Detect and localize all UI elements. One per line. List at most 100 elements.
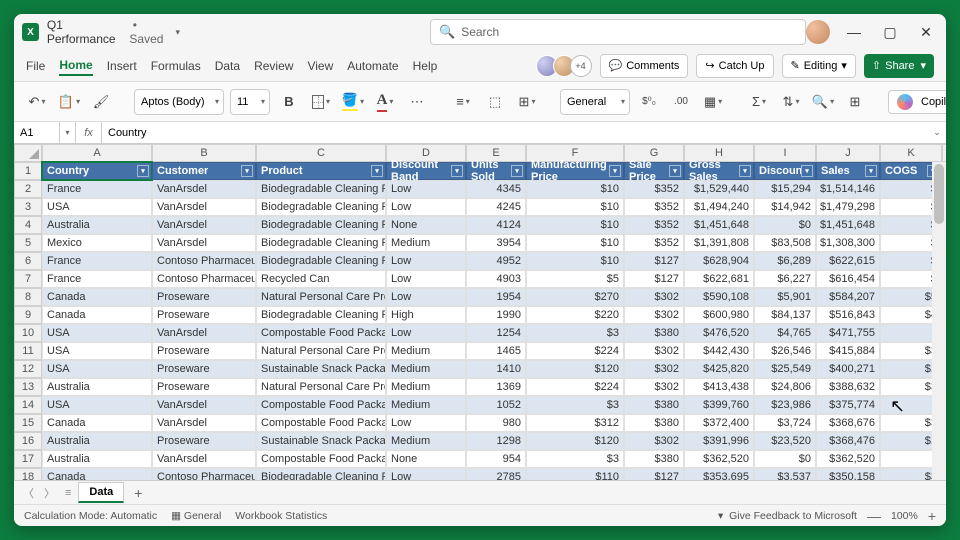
zoom-in-button[interactable]: +	[928, 508, 936, 524]
menu-automate[interactable]: Automate	[347, 57, 398, 75]
data-cell[interactable]: Medium	[386, 432, 466, 450]
data-cell[interactable]: Biodegradable Cleaning Products	[256, 234, 386, 252]
comments-button[interactable]: 💬Comments	[600, 54, 689, 78]
data-cell[interactable]: $84,137	[754, 306, 816, 324]
data-cell[interactable]: USA	[42, 198, 152, 216]
data-cell[interactable]: $302	[624, 432, 684, 450]
data-cell[interactable]: $1,514,146	[816, 180, 880, 198]
data-cell[interactable]: Proseware	[152, 432, 256, 450]
font-family-select[interactable]: Aptos (Body)	[134, 89, 224, 115]
table-header-cell[interactable]: Discount Band▾	[386, 162, 466, 180]
data-cell[interactable]: $120	[526, 432, 624, 450]
data-cell[interactable]: $270	[526, 288, 624, 306]
data-cell[interactable]: $352	[624, 216, 684, 234]
data-cell[interactable]: $220	[526, 306, 624, 324]
row-header[interactable]: 8	[14, 288, 42, 306]
data-cell[interactable]: $380	[624, 414, 684, 432]
data-cell[interactable]: 1410	[466, 360, 526, 378]
row-header[interactable]: 15	[14, 414, 42, 432]
formula-input[interactable]: Country	[102, 127, 928, 139]
data-cell[interactable]: $399,760	[684, 396, 754, 414]
data-cell[interactable]: $6,227	[754, 270, 816, 288]
data-cell[interactable]: $23,520	[754, 432, 816, 450]
table-header-cell[interactable]: Sales▾	[816, 162, 880, 180]
data-cell[interactable]: Medium	[386, 360, 466, 378]
data-cell[interactable]: 954	[466, 450, 526, 468]
data-cell[interactable]: $380	[624, 324, 684, 342]
data-cell[interactable]: $380	[624, 450, 684, 468]
data-cell[interactable]: $3	[526, 324, 624, 342]
data-cell[interactable]: Biodegradable Cleaning Products	[256, 216, 386, 234]
data-cell[interactable]: 3954	[466, 234, 526, 252]
data-cell[interactable]: Natural Personal Care Products	[256, 378, 386, 396]
data-cell[interactable]: $5,901	[754, 288, 816, 306]
row-header[interactable]: 4	[14, 216, 42, 234]
close-button[interactable]: ✕	[914, 20, 938, 44]
conditional-format-button[interactable]: ▦▾	[700, 89, 726, 115]
sheet-prev-button[interactable]: 〈	[20, 485, 37, 501]
data-cell[interactable]: $83,508	[754, 234, 816, 252]
formula-expand-button[interactable]: ⌄	[928, 127, 946, 138]
data-cell[interactable]: $391,996	[684, 432, 754, 450]
row-header[interactable]: 17	[14, 450, 42, 468]
sort-filter-button[interactable]: ⇅▾	[778, 89, 804, 115]
table-header-cell[interactable]: Gross Sales▾	[684, 162, 754, 180]
data-cell[interactable]: USA	[42, 360, 152, 378]
format-painter-button[interactable]: 🖌	[88, 89, 114, 115]
data-cell[interactable]: $14,942	[754, 198, 816, 216]
find-button[interactable]: 🔍▾	[810, 89, 836, 115]
data-cell[interactable]: $4,765	[754, 324, 816, 342]
data-cell[interactable]: $0	[754, 216, 816, 234]
data-cell[interactable]: $120	[526, 360, 624, 378]
table-header-cell[interactable]: Manufacturing Price▾	[526, 162, 624, 180]
data-cell[interactable]: $23,986	[754, 396, 816, 414]
data-cell[interactable]: Proseware	[152, 360, 256, 378]
editing-mode-button[interactable]: ✎Editing▾	[782, 54, 856, 78]
row-header[interactable]: 13	[14, 378, 42, 396]
data-cell[interactable]: VanArsdel	[152, 450, 256, 468]
data-cell[interactable]: $127	[624, 270, 684, 288]
data-cell[interactable]: $5	[526, 270, 624, 288]
data-cell[interactable]: Low	[386, 468, 466, 480]
column-header[interactable]: B	[152, 144, 256, 162]
data-cell[interactable]: $302	[624, 342, 684, 360]
catch-up-button[interactable]: ↪Catch Up	[696, 54, 773, 78]
data-cell[interactable]: Compostable Food Packaging	[256, 396, 386, 414]
filter-dropdown-icon[interactable]: ▾	[609, 165, 621, 177]
row-header[interactable]: 14	[14, 396, 42, 414]
filter-dropdown-icon[interactable]: ▾	[137, 165, 149, 177]
data-cell[interactable]: Biodegradable Cleaning Products	[256, 198, 386, 216]
row-header[interactable]: 5	[14, 234, 42, 252]
data-cell[interactable]: Biodegradable Cleaning Products	[256, 468, 386, 480]
data-cell[interactable]: $312	[526, 414, 624, 432]
data-cell[interactable]: Mexico	[42, 234, 152, 252]
data-cell[interactable]: Low	[386, 252, 466, 270]
more-font-button[interactable]: ⋯	[404, 89, 430, 115]
data-cell[interactable]: Low	[386, 270, 466, 288]
table-header-cell[interactable]: Units Sold▾	[466, 162, 526, 180]
data-cell[interactable]: Australia	[42, 378, 152, 396]
data-cell[interactable]: Biodegradable Cleaning Products	[256, 306, 386, 324]
data-cell[interactable]: 1052	[466, 396, 526, 414]
table-header-cell[interactable]: Discounts▾	[754, 162, 816, 180]
data-cell[interactable]: $3	[526, 450, 624, 468]
data-cell[interactable]: VanArsdel	[152, 180, 256, 198]
data-cell[interactable]: USA	[42, 342, 152, 360]
data-cell[interactable]: $600,980	[684, 306, 754, 324]
align-left-button[interactable]: ≡▾	[450, 89, 476, 115]
row-header[interactable]: 3	[14, 198, 42, 216]
data-cell[interactable]: 1954	[466, 288, 526, 306]
data-cell[interactable]: Sustainable Snack Packaging	[256, 360, 386, 378]
name-box[interactable]: A1	[14, 122, 60, 143]
data-cell[interactable]: $362,520	[816, 450, 880, 468]
number-format-select[interactable]: General	[560, 89, 630, 115]
data-cell[interactable]: Medium	[386, 342, 466, 360]
data-cell[interactable]: $476,520	[684, 324, 754, 342]
title-chevron-icon[interactable]: ▾	[175, 27, 180, 38]
vertical-scrollbar[interactable]	[932, 162, 946, 480]
data-cell[interactable]: 4903	[466, 270, 526, 288]
filter-dropdown-icon[interactable]: ▾	[865, 165, 877, 177]
data-cell[interactable]: Biodegradable Cleaning Products	[256, 252, 386, 270]
row-header[interactable]: 16	[14, 432, 42, 450]
add-sheet-button[interactable]: +	[128, 485, 148, 501]
